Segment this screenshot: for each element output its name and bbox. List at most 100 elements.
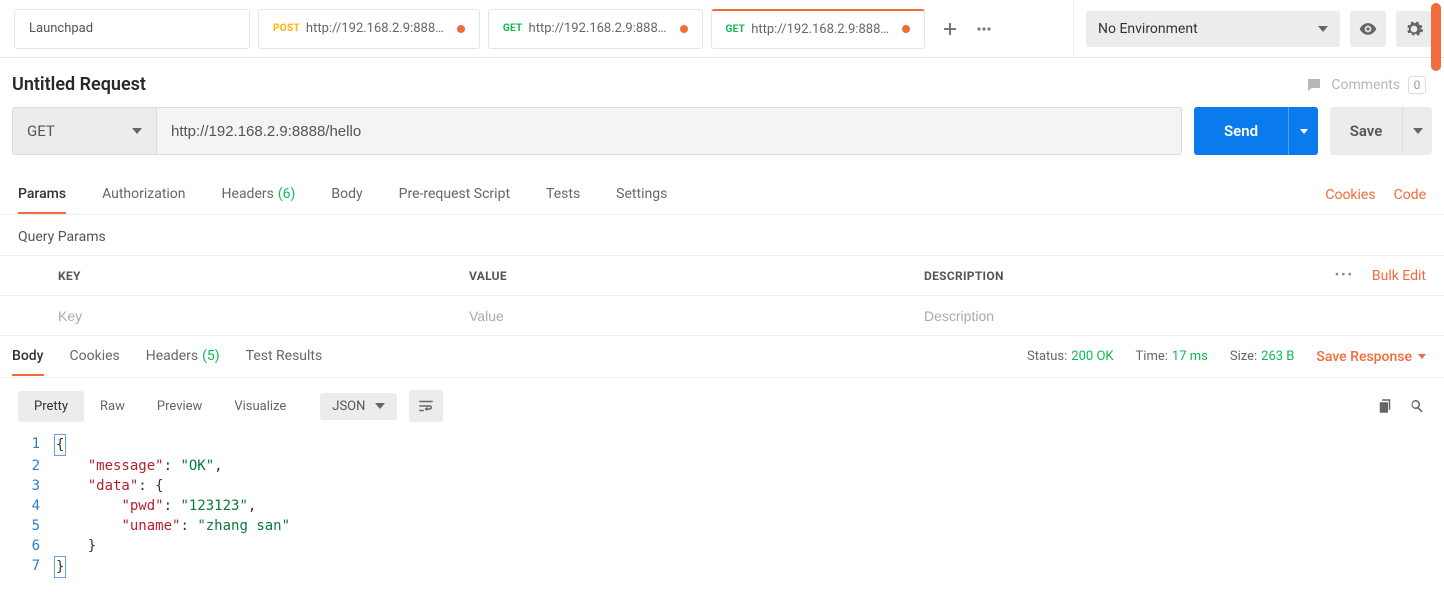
tab-headers[interactable]: Headers(6) bbox=[222, 176, 296, 214]
top-right-controls: No Environment bbox=[1073, 0, 1444, 57]
view-preview[interactable]: Preview bbox=[141, 391, 218, 422]
tab-label: http://192.168.2.9:8888/h... bbox=[751, 22, 896, 37]
method-badge: POST bbox=[273, 23, 300, 34]
tab-params[interactable]: Params bbox=[18, 176, 66, 214]
line-number: 4 bbox=[0, 496, 54, 516]
tab-body[interactable]: Body bbox=[331, 176, 362, 214]
bulk-edit-link[interactable]: Bulk Edit bbox=[1372, 268, 1426, 284]
method-select[interactable]: GET bbox=[12, 107, 156, 155]
dirty-dot-icon bbox=[457, 25, 465, 33]
line-number: 6 bbox=[0, 536, 54, 556]
format-select[interactable]: JSON bbox=[320, 393, 397, 420]
search-icon bbox=[1408, 397, 1426, 415]
view-pretty[interactable]: Pretty bbox=[18, 391, 84, 422]
tab-label: http://192.168.2.9:8888/u... bbox=[529, 21, 674, 36]
method-badge: GET bbox=[726, 24, 746, 35]
tabs-area: Launchpad POST http://192.168.2.9:8888/.… bbox=[0, 0, 1073, 57]
caret-down-icon bbox=[1413, 128, 1423, 134]
request-tabs: Params Authorization Headers(6) Body Pre… bbox=[0, 175, 1444, 215]
params-header-row: KEY VALUE DESCRIPTION ••• Bulk Edit bbox=[0, 256, 1444, 296]
tab-launchpad[interactable]: Launchpad bbox=[14, 9, 250, 49]
resp-tab-cookies[interactable]: Cookies bbox=[70, 338, 120, 376]
dirty-dot-icon bbox=[680, 25, 688, 33]
response-body[interactable]: 1{ 2 "message": "OK", 3 "data": { 4 "pwd… bbox=[0, 434, 1444, 586]
search-response-button[interactable] bbox=[1408, 397, 1426, 415]
tab-request-1[interactable]: GET http://192.168.2.9:8888/u... bbox=[488, 9, 703, 49]
code-line: } bbox=[54, 536, 96, 556]
environment-quicklook-button[interactable] bbox=[1350, 11, 1386, 47]
params-table: KEY VALUE DESCRIPTION ••• Bulk Edit bbox=[0, 255, 1444, 336]
comments-button[interactable]: Comments 0 bbox=[1305, 76, 1426, 94]
request-title: Untitled Request bbox=[12, 74, 146, 95]
comments-count: 0 bbox=[1408, 76, 1426, 94]
col-key: KEY bbox=[0, 269, 455, 283]
tab-settings[interactable]: Settings bbox=[616, 176, 667, 214]
gear-icon bbox=[1404, 19, 1424, 39]
url-input[interactable] bbox=[156, 107, 1182, 155]
tab-request-2[interactable]: GET http://192.168.2.9:8888/h... bbox=[711, 9, 926, 49]
send-button[interactable]: Send bbox=[1194, 107, 1288, 155]
method-value: GET bbox=[27, 122, 55, 140]
tab-label: http://192.168.2.9:8888/... bbox=[306, 21, 451, 36]
line-number: 3 bbox=[0, 476, 54, 496]
dots-icon bbox=[976, 21, 992, 37]
param-desc-input[interactable] bbox=[924, 308, 1430, 324]
resp-tab-body[interactable]: Body bbox=[12, 338, 44, 376]
method-badge: GET bbox=[503, 23, 523, 34]
param-key-input[interactable] bbox=[58, 308, 441, 324]
query-params-label: Query Params bbox=[0, 215, 1444, 255]
code-link[interactable]: Code bbox=[1394, 187, 1426, 203]
save-response-button[interactable]: Save Response bbox=[1316, 349, 1426, 365]
environment-label: No Environment bbox=[1098, 21, 1198, 37]
line-number: 5 bbox=[0, 516, 54, 536]
tab-request-0[interactable]: POST http://192.168.2.9:8888/... bbox=[258, 9, 480, 49]
size-meta: Size:263 B bbox=[1230, 349, 1295, 364]
eye-icon bbox=[1358, 19, 1378, 39]
code-line: } bbox=[54, 556, 66, 578]
column-options-button[interactable]: ••• bbox=[1335, 268, 1354, 283]
wrap-lines-button[interactable] bbox=[409, 390, 443, 422]
code-line: "pwd": "123123", bbox=[54, 496, 256, 516]
col-value: VALUE bbox=[455, 269, 910, 283]
caret-down-icon bbox=[1300, 129, 1308, 134]
line-number: 2 bbox=[0, 456, 54, 476]
comments-label: Comments bbox=[1331, 77, 1400, 93]
request-title-row: Untitled Request Comments 0 bbox=[0, 58, 1444, 107]
resp-tab-test-results[interactable]: Test Results bbox=[246, 338, 323, 376]
cookies-link[interactable]: Cookies bbox=[1325, 187, 1375, 203]
view-visualize[interactable]: Visualize bbox=[218, 391, 302, 422]
code-line: "data": { bbox=[54, 476, 164, 496]
tab-prerequest[interactable]: Pre-request Script bbox=[399, 176, 510, 214]
scrollbar-thumb[interactable] bbox=[1431, 3, 1441, 71]
params-row bbox=[0, 296, 1444, 336]
line-number: 7 bbox=[0, 556, 54, 578]
view-raw[interactable]: Raw bbox=[84, 391, 141, 422]
wrap-icon bbox=[417, 397, 435, 415]
tab-label: Launchpad bbox=[29, 21, 93, 36]
resp-tab-headers[interactable]: Headers(5) bbox=[146, 338, 220, 376]
method-url-group: GET bbox=[12, 107, 1182, 155]
tab-tests[interactable]: Tests bbox=[546, 176, 580, 214]
copy-icon bbox=[1376, 397, 1394, 415]
copy-response-button[interactable] bbox=[1376, 397, 1394, 415]
code-line: "uname": "zhang san" bbox=[54, 516, 290, 536]
chevron-down-icon bbox=[375, 403, 385, 409]
new-tab-button[interactable] bbox=[933, 12, 967, 46]
environment-select[interactable]: No Environment bbox=[1086, 11, 1340, 47]
tab-overflow-button[interactable] bbox=[967, 12, 1001, 46]
response-toolbar: Pretty Raw Preview Visualize JSON bbox=[0, 378, 1444, 434]
chevron-down-icon bbox=[1318, 26, 1328, 32]
view-mode-segment: Pretty Raw Preview Visualize bbox=[18, 391, 302, 422]
comment-icon bbox=[1305, 76, 1323, 94]
response-tabs: Body Cookies Headers(5) Test Results Sta… bbox=[0, 336, 1444, 378]
settings-button[interactable] bbox=[1396, 11, 1432, 47]
code-line: "message": "OK", bbox=[54, 456, 223, 476]
code-line: { bbox=[54, 434, 66, 456]
tab-authorization[interactable]: Authorization bbox=[102, 176, 185, 214]
status-meta: Status:200 OK bbox=[1027, 349, 1114, 364]
plus-icon bbox=[942, 21, 958, 37]
param-value-input[interactable] bbox=[469, 308, 896, 324]
send-dropdown-button[interactable] bbox=[1288, 107, 1318, 155]
save-dropdown-button[interactable] bbox=[1402, 107, 1432, 155]
save-button[interactable]: Save bbox=[1330, 107, 1402, 155]
